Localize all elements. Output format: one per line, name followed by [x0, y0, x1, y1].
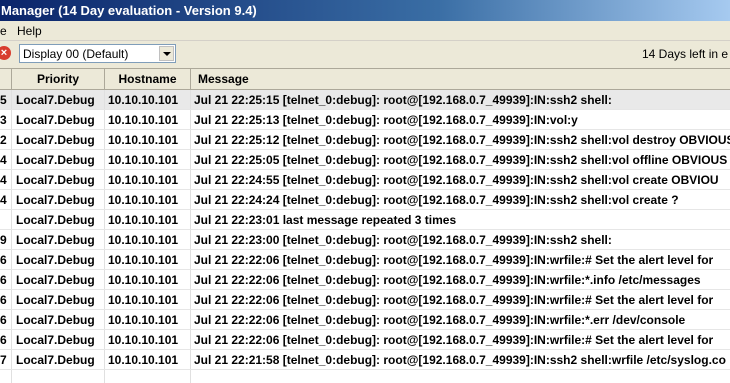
row-index: 6 — [0, 310, 12, 329]
row-hostname: 10.10.10.101 — [105, 130, 191, 149]
row-priority: Local7.Debug — [12, 210, 105, 229]
table-row[interactable]: 6 Local7.Debug 10.10.10.101 Jul 21 22:22:06… — [0, 310, 730, 330]
table-row[interactable]: 3 Local7.Debug 10.10.10.101 Jul 21 22:25:13… — [0, 110, 730, 130]
row-message: Jul 21 22:25:13 [telnet_0:debug]: root@[… — [191, 110, 730, 129]
row-message: Jul 21 22:25:12 [telnet_0:debug]: root@[… — [191, 130, 730, 149]
row-index: 9 — [0, 230, 12, 249]
row-priority: Local7.Debug — [12, 270, 105, 289]
table-row[interactable]: 4 Local7.Debug 10.10.10.101 Jul 21 22:24:55… — [0, 170, 730, 190]
row-hostname: 10.10.10.101 — [105, 210, 191, 229]
table-row[interactable]: 4 Local7.Debug 10.10.10.101 Jul 21 22:25:05… — [0, 150, 730, 170]
row-priority: Local7.Debug — [12, 350, 105, 369]
row-message: Jul 21 22:22:06 [telnet_0:debug]: root@[… — [191, 250, 730, 269]
table-row[interactable]: 6 Local7.Debug 10.10.10.101 Jul 21 22:22:06… — [0, 270, 730, 290]
menu-bar: e Help — [0, 21, 730, 41]
row-message: Jul 21 22:22:06 [telnet_0:debug]: root@[… — [191, 330, 730, 349]
row-hostname: 10.10.10.101 — [105, 310, 191, 329]
table-row[interactable]: 6 Local7.Debug 10.10.10.101 Jul 21 22:22:06… — [0, 330, 730, 350]
column-header-index[interactable] — [0, 69, 12, 89]
row-index: 3 — [0, 110, 12, 129]
row-priority: Local7.Debug — [12, 170, 105, 189]
window-title: Manager (14 Day evaluation - Version 9.4… — [0, 0, 730, 21]
row-index — [0, 210, 12, 229]
row-index: 6 — [0, 250, 12, 269]
row-message: Jul 21 22:24:24 [telnet_0:debug]: root@[… — [191, 190, 730, 209]
empty-cell — [105, 370, 191, 383]
evaluation-days-left: 14 Days left in e — [642, 47, 729, 61]
display-select[interactable]: Display 00 (Default) — [19, 44, 176, 63]
row-index: 4 — [0, 170, 12, 189]
row-priority: Local7.Debug — [12, 130, 105, 149]
table-row[interactable]: 5 Local7.Debug 10.10.10.101 Jul 21 22:25:15… — [0, 90, 730, 110]
row-index: 2 — [0, 130, 12, 149]
row-message: Jul 21 22:22:06 [telnet_0:debug]: root@[… — [191, 310, 730, 329]
empty-cell — [0, 370, 12, 383]
message-grid[interactable]: Priority Hostname Message 5 Local7.Debug 1… — [0, 69, 730, 383]
table-row[interactable]: 7 Local7.Debug 10.10.10.101 Jul 21 22:21:58… — [0, 350, 730, 370]
row-message: Jul 21 22:25:05 [telnet_0:debug]: root@[… — [191, 150, 730, 169]
row-hostname: 10.10.10.101 — [105, 350, 191, 369]
row-index: 4 — [0, 150, 12, 169]
row-priority: Local7.Debug — [12, 330, 105, 349]
row-index: 5 — [0, 90, 12, 109]
empty-cell — [191, 370, 730, 383]
table-row[interactable]: 6 Local7.Debug 10.10.10.101 Jul 21 22:22:06… — [0, 250, 730, 270]
row-priority: Local7.Debug — [12, 110, 105, 129]
table-row-empty — [0, 370, 730, 383]
row-message: Jul 21 22:23:01 last message repeated 3 … — [191, 210, 730, 229]
grid-header: Priority Hostname Message — [0, 69, 730, 90]
row-hostname: 10.10.10.101 — [105, 190, 191, 209]
row-hostname: 10.10.10.101 — [105, 110, 191, 129]
menu-item-file[interactable]: e — [0, 24, 7, 38]
table-row[interactable]: 2 Local7.Debug 10.10.10.101 Jul 21 22:25:12… — [0, 130, 730, 150]
row-priority: Local7.Debug — [12, 250, 105, 269]
row-hostname: 10.10.10.101 — [105, 250, 191, 269]
toolbar: × Display 00 (Default) 14 Days left in e — [0, 41, 730, 69]
row-index: 6 — [0, 330, 12, 349]
row-hostname: 10.10.10.101 — [105, 230, 191, 249]
row-hostname: 10.10.10.101 — [105, 290, 191, 309]
row-hostname: 10.10.10.101 — [105, 90, 191, 109]
row-priority: Local7.Debug — [12, 90, 105, 109]
row-message: Jul 21 22:25:15 [telnet_0:debug]: root@[… — [191, 90, 730, 109]
row-message: Jul 21 22:22:06 [telnet_0:debug]: root@[… — [191, 270, 730, 289]
column-header-message[interactable]: Message — [191, 69, 730, 89]
display-select-value: Display 00 (Default) — [23, 47, 129, 61]
row-hostname: 10.10.10.101 — [105, 330, 191, 349]
row-index: 7 — [0, 350, 12, 369]
row-priority: Local7.Debug — [12, 190, 105, 209]
row-index: 4 — [0, 190, 12, 209]
table-row[interactable]: Local7.Debug 10.10.10.101 Jul 21 22:23:01 … — [0, 210, 730, 230]
row-priority: Local7.Debug — [12, 150, 105, 169]
row-message: Jul 21 22:21:58 [telnet_0:debug]: root@[… — [191, 350, 730, 369]
row-index: 6 — [0, 270, 12, 289]
row-priority: Local7.Debug — [12, 230, 105, 249]
row-priority: Local7.Debug — [12, 310, 105, 329]
row-hostname: 10.10.10.101 — [105, 150, 191, 169]
empty-cell — [12, 370, 105, 383]
row-message: Jul 21 22:24:55 [telnet_0:debug]: root@[… — [191, 170, 730, 189]
row-message: Jul 21 22:22:06 [telnet_0:debug]: root@[… — [191, 290, 730, 309]
row-hostname: 10.10.10.101 — [105, 170, 191, 189]
close-icon[interactable]: × — [0, 46, 11, 60]
chevron-down-icon[interactable] — [159, 46, 174, 61]
table-row[interactable]: 9 Local7.Debug 10.10.10.101 Jul 21 22:23:00… — [0, 230, 730, 250]
row-priority: Local7.Debug — [12, 290, 105, 309]
table-row[interactable]: 6 Local7.Debug 10.10.10.101 Jul 21 22:22:06… — [0, 290, 730, 310]
row-hostname: 10.10.10.101 — [105, 270, 191, 289]
row-message: Jul 21 22:23:00 [telnet_0:debug]: root@[… — [191, 230, 730, 249]
column-header-hostname[interactable]: Hostname — [105, 69, 191, 89]
table-row[interactable]: 4 Local7.Debug 10.10.10.101 Jul 21 22:24:24… — [0, 190, 730, 210]
row-index: 6 — [0, 290, 12, 309]
column-header-priority[interactable]: Priority — [12, 69, 105, 89]
menu-item-help[interactable]: Help — [17, 24, 42, 38]
